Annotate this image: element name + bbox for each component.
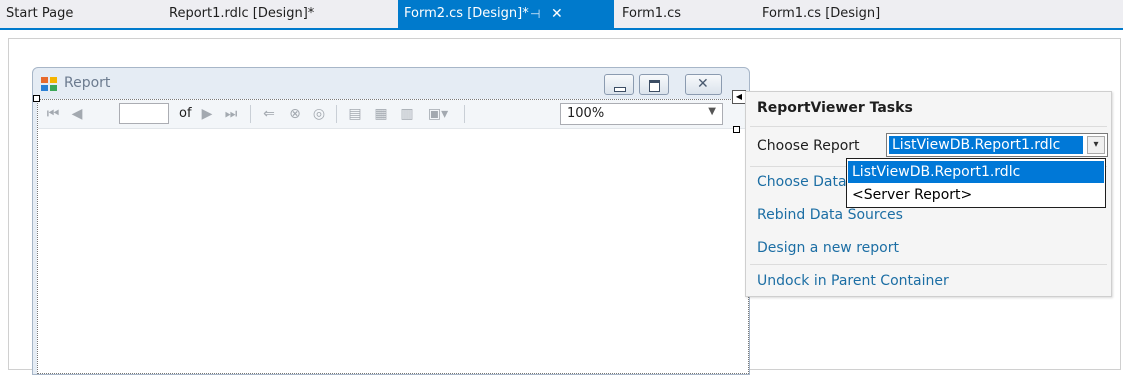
page-number-input[interactable] — [119, 103, 169, 124]
form-icon — [41, 77, 57, 91]
choose-report-select[interactable]: ListViewDB.Report1.rdlc ▾ — [886, 133, 1108, 157]
tab-form1-design[interactable]: Form1.cs [Design] — [756, 0, 956, 28]
print-layout-icon[interactable]: ▦ — [372, 104, 390, 124]
close-window-button[interactable]: ✕ — [685, 74, 722, 95]
page-of-label: of — [179, 106, 192, 121]
selected-report-value: ListViewDB.Report1.rdlc — [889, 136, 1083, 154]
tab-start-page[interactable]: Start Page — [0, 0, 163, 28]
tab-report1-rdlc-design[interactable]: Report1.rdlc [Design]* — [163, 0, 398, 28]
refresh-icon[interactable]: ◎ — [310, 104, 328, 124]
zoom-select[interactable]: 100% ▼ — [560, 103, 723, 125]
dropdown-option[interactable]: <Server Report> — [848, 184, 1104, 206]
previous-page-icon[interactable]: ◀ — [70, 104, 84, 124]
export-icon[interactable]: ▣▾ — [424, 104, 452, 124]
report-viewer-control[interactable]: ⏮ ◀ of ▶ ⏭ ⇐ ⊗ ◎ ▤ ▦ ▥ ▣▾ 100% ▼ — [37, 99, 749, 374]
close-tab-icon[interactable]: ✕ — [551, 0, 563, 28]
tab-label: Form1.cs — [622, 6, 682, 21]
close-icon: ✕ — [697, 76, 709, 92]
smart-tag-icon[interactable]: ◀ — [732, 90, 746, 104]
dropdown-option[interactable]: ListViewDB.Report1.rdlc — [848, 161, 1104, 183]
toolbar-separator — [250, 105, 251, 123]
page-setup-icon[interactable]: ▥ — [398, 104, 416, 124]
stop-icon[interactable]: ⊗ — [286, 104, 304, 124]
design-new-report-link[interactable]: Design a new report — [757, 240, 899, 256]
tab-label: Form2.cs [Design]* — [404, 6, 529, 21]
back-icon[interactable]: ⇐ — [262, 104, 276, 124]
document-tab-strip: Start Page Report1.rdlc [Design]* Form2.… — [0, 0, 1123, 30]
zoom-value: 100% — [567, 106, 605, 121]
first-page-icon[interactable]: ⏮ — [46, 104, 60, 124]
form-window[interactable]: Report ✕ ⏮ ◀ of ▶ ⏭ ⇐ ⊗ ◎ ▤ ▦ ▥ ▣▾ 100% … — [32, 67, 750, 375]
print-icon[interactable]: ▤ — [346, 104, 364, 124]
minimize-button[interactable] — [604, 74, 634, 95]
form-title: Report — [64, 75, 111, 91]
tab-label: Form1.cs [Design] — [762, 6, 881, 21]
next-page-icon[interactable]: ▶ — [200, 104, 214, 124]
tab-label: Start Page — [6, 6, 74, 21]
toolbar-separator — [464, 105, 465, 123]
last-page-icon[interactable]: ⏭ — [224, 104, 238, 124]
choose-report-label: Choose Report — [757, 138, 860, 154]
undock-parent-container-link[interactable]: Undock in Parent Container — [757, 273, 949, 289]
tab-label: Report1.rdlc [Design]* — [169, 6, 315, 21]
pin-tab-icon[interactable]: ⊣ — [530, 0, 540, 28]
toolbar-expander-icon[interactable] — [733, 126, 740, 133]
chevron-down-icon[interactable]: ▾ — [1087, 136, 1105, 154]
report-dropdown-list: ListViewDB.Report1.rdlc <Server Report> — [846, 158, 1106, 208]
chevron-down-icon: ▼ — [708, 106, 716, 117]
divider — [750, 126, 1107, 127]
report-viewer-toolbar: ⏮ ◀ of ▶ ⏭ ⇐ ⊗ ◎ ▤ ▦ ▥ ▣▾ 100% ▼ — [38, 100, 748, 129]
tab-form2-design[interactable]: Form2.cs [Design]* ⊣ ✕ — [398, 0, 614, 28]
toolbar-separator — [336, 105, 337, 123]
rebind-data-sources-link[interactable]: Rebind Data Sources — [757, 207, 903, 223]
divider — [750, 264, 1107, 265]
tasks-panel-title: ReportViewer Tasks — [757, 100, 913, 116]
selection-handle[interactable] — [33, 95, 40, 102]
tab-form1-cs[interactable]: Form1.cs — [616, 0, 756, 28]
maximize-button[interactable] — [639, 74, 669, 95]
